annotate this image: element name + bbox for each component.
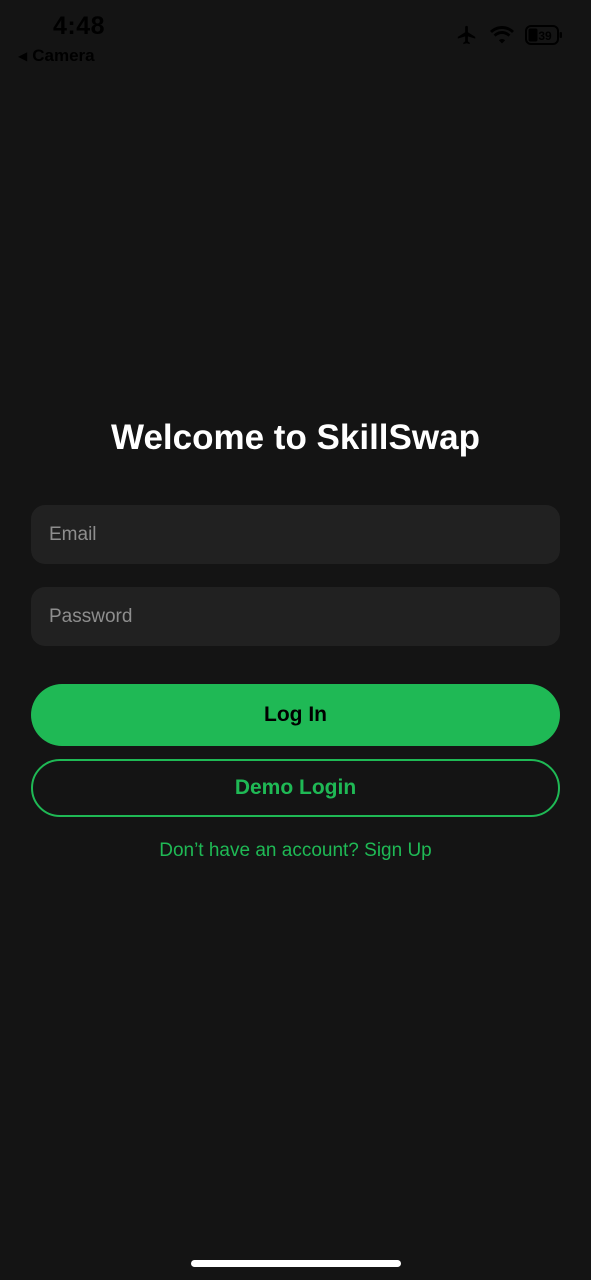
- battery-level: 39: [538, 29, 552, 43]
- back-to-camera-link[interactable]: ◀ Camera: [18, 46, 95, 66]
- status-time: 4:48: [53, 12, 106, 40]
- wifi-icon: [489, 25, 515, 45]
- email-field[interactable]: [31, 505, 560, 564]
- home-indicator[interactable]: [191, 1260, 401, 1267]
- password-field[interactable]: [31, 587, 560, 646]
- status-bar: 4:48 ◀ Camera 39: [0, 0, 591, 80]
- status-icons: 39: [455, 24, 563, 46]
- login-button[interactable]: Log In: [31, 684, 560, 746]
- airplane-icon: [455, 24, 479, 46]
- battery-icon: 39: [525, 25, 563, 45]
- page-title: Welcome to SkillSwap: [111, 418, 480, 457]
- signup-link[interactable]: Don’t have an account? Sign Up: [0, 840, 591, 862]
- demo-login-button[interactable]: Demo Login: [31, 759, 560, 817]
- back-arrow-icon: ◀: [18, 49, 28, 63]
- back-app-label: Camera: [32, 46, 95, 65]
